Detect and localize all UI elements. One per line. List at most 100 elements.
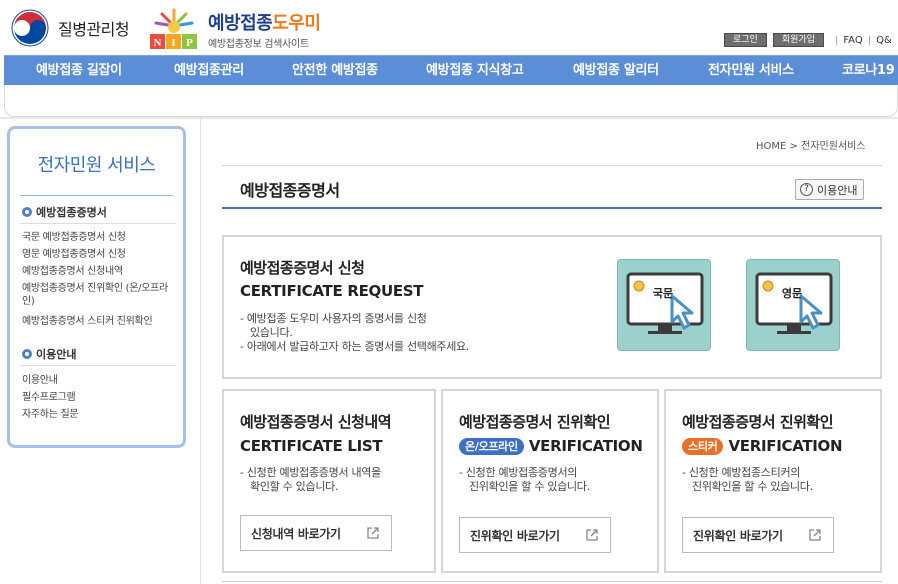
nip-logo-icon[interactable]: N I P bbox=[148, 6, 200, 50]
card-subtitle: CERTIFICATE REQUEST bbox=[240, 282, 424, 300]
sidebar: 전자민원 서비스 예방접종증명서 국문 예방접종증명서 신청 영문 예방접종증명… bbox=[7, 126, 186, 448]
title-rule bbox=[222, 207, 882, 209]
monitor-icon bbox=[626, 272, 704, 334]
english-certificate-tile[interactable]: 영문 bbox=[746, 259, 840, 351]
content-bottom-rule bbox=[222, 581, 882, 582]
join-button[interactable]: 회원가입 bbox=[772, 33, 824, 47]
card-description: - 신청한 예방접종스티커의 진위확인을 할 수 있습니다. bbox=[682, 466, 876, 494]
card-title: 예방접종증명서 신청내역 bbox=[240, 413, 392, 431]
sidebar-item-sticker-verification[interactable]: 예방접종증명서 스티커 진위확인 bbox=[22, 315, 172, 328]
korean-certificate-tile[interactable]: 국문 bbox=[617, 259, 711, 351]
sticker-verification-link-button[interactable]: 진위확인 바로가기 bbox=[682, 517, 834, 553]
card-subtitle-row: 스티커 VERIFICATION bbox=[682, 437, 843, 455]
desc-line: - 아래에서 발급하고자 하는 증명서를 선택해주세요. bbox=[240, 340, 470, 353]
desc-line: - 예방접종 도우미 사용자의 증명서를 신청 bbox=[240, 312, 427, 325]
nav-item-covid19[interactable]: 코로나19 bbox=[842, 56, 895, 86]
nip-letter-i: I bbox=[171, 37, 175, 49]
card-description: - 신청한 예방접종증명서의 진위확인을 할 수 있습니다. bbox=[459, 466, 653, 494]
usage-guide-label: 이용안내 bbox=[817, 183, 858, 197]
desc-line: 진위확인을 할 수 있습니다. bbox=[469, 480, 590, 493]
desc-line: - 신청한 예방접종스티커의 bbox=[682, 466, 801, 479]
sidebar-section-title: 이용안내 bbox=[36, 348, 77, 361]
sidebar-section-usage[interactable]: 이용안내 bbox=[22, 346, 76, 362]
external-link-icon bbox=[367, 527, 379, 539]
desc-line: - 신청한 예방접종증명서의 bbox=[459, 466, 578, 479]
sidebar-item-usage-guide[interactable]: 이용안내 bbox=[22, 374, 172, 387]
button-label: 진위확인 바로가기 bbox=[470, 528, 560, 543]
question-icon: ? bbox=[800, 183, 813, 196]
site-header: 질병관리청 N I P 예방접종도우미 예방접종정보 검색사이트 로그인 회원가… bbox=[0, 0, 898, 56]
qa-link[interactable]: Q& bbox=[876, 35, 892, 46]
nav-item-alerts[interactable]: 예방접종 알리터 bbox=[573, 56, 659, 86]
verification-link-button[interactable]: 진위확인 바로가기 bbox=[459, 517, 611, 553]
site-title[interactable]: 예방접종도우미 bbox=[208, 9, 321, 35]
sidebar-item-required-programs[interactable]: 필수프로그램 bbox=[22, 391, 172, 404]
tile-label: 국문 bbox=[652, 287, 674, 300]
main-nav: 예방접종 길잡이 예방접종관리 안전한 예방접종 예방접종 지식창고 예방접종 … bbox=[4, 55, 898, 85]
desc-line: 있습니다. bbox=[250, 326, 293, 339]
button-label: 진위확인 바로가기 bbox=[693, 528, 783, 543]
card-subtitle: VERIFICATION bbox=[728, 437, 843, 455]
sidebar-divider bbox=[20, 365, 176, 366]
verification-online-card: 예방접종증명서 진위확인 온/오프라인 VERIFICATION - 신청한 예방… bbox=[441, 389, 659, 573]
sidebar-item-english-request[interactable]: 영문 예방접종증명서 신청 bbox=[22, 248, 172, 261]
agency-name: 질병관리청 bbox=[58, 20, 130, 39]
certificate-list-card: 예방접종증명서 신청내역 CERTIFICATE LIST - 신청한 예방접종… bbox=[222, 389, 436, 573]
card-title: 예방접종증명서 진위확인 bbox=[459, 413, 611, 431]
sidebar-section-certificate[interactable]: 예방접종증명서 bbox=[22, 204, 107, 220]
card-subtitle: VERIFICATION bbox=[528, 437, 643, 455]
sidebar-title-rule bbox=[20, 195, 173, 196]
nav-item-guide[interactable]: 예방접종 길잡이 bbox=[36, 56, 122, 86]
sticker-tag: 스티커 bbox=[682, 438, 724, 455]
bullet-icon bbox=[22, 207, 32, 217]
page-title: 예방접종증명서 bbox=[240, 181, 340, 200]
nav-item-management[interactable]: 예방접종관리 bbox=[174, 56, 244, 86]
card-subtitle-row: 온/오프라인 VERIFICATION bbox=[459, 437, 643, 455]
sidebar-item-verification[interactable]: 예방접종증명서 진위확인 (온/오프라인) bbox=[22, 282, 172, 308]
site-subtitle: 예방접종정보 검색사이트 bbox=[208, 39, 309, 50]
nip-letter-n: N bbox=[154, 37, 162, 49]
sub-nav-bar bbox=[4, 85, 898, 117]
nav-item-eservice[interactable]: 전자민원 서비스 bbox=[708, 56, 794, 86]
header-divider bbox=[0, 117, 898, 119]
login-button[interactable]: 로그인 bbox=[724, 33, 767, 47]
nav-item-safety[interactable]: 안전한 예방접종 bbox=[292, 56, 378, 86]
card-title: 예방접종증명서 진위확인 bbox=[682, 413, 834, 431]
faq-link[interactable]: FAQ bbox=[843, 35, 862, 46]
external-link-icon bbox=[586, 529, 598, 541]
card-description: - 예방접종 도우미 사용자의 증명서를 신청 있습니다. - 아래에서 발급하… bbox=[240, 312, 570, 354]
site-title-accent: 도우미 bbox=[272, 13, 321, 34]
site-title-main: 예방접종 bbox=[208, 13, 273, 34]
sidebar-item-faq[interactable]: 자주하는 질문 bbox=[22, 408, 172, 421]
tile-label: 영문 bbox=[781, 287, 803, 300]
card-subtitle: CERTIFICATE LIST bbox=[240, 437, 383, 455]
sidebar-title: 전자민원 서비스 bbox=[37, 155, 156, 176]
card-title: 예방접종증명서 신청 bbox=[240, 259, 365, 277]
breadcrumb: HOME > 전자민원서비스 bbox=[756, 137, 866, 152]
bullet-icon bbox=[22, 349, 32, 359]
certificate-request-card: 예방접종증명서 신청 CERTIFICATE REQUEST - 예방접종 도우… bbox=[222, 235, 882, 379]
button-label: 신청내역 바로가기 bbox=[251, 526, 341, 541]
kdca-emblem-icon bbox=[11, 9, 49, 47]
kdca-logo[interactable]: 질병관리청 bbox=[10, 8, 130, 48]
online-offline-tag: 온/오프라인 bbox=[459, 438, 524, 455]
utility-menu: 로그인 회원가입 | FAQ | Q& bbox=[724, 33, 892, 47]
usage-guide-button[interactable]: ? 이용안내 bbox=[795, 179, 865, 200]
content-divider bbox=[200, 119, 201, 584]
nav-item-knowledge[interactable]: 예방접종 지식창고 bbox=[426, 56, 524, 86]
sidebar-item-request-list[interactable]: 예방접종증명서 신청내역 bbox=[22, 265, 172, 278]
breadcrumb-current: 전자민원서비스 bbox=[801, 141, 866, 152]
breadcrumb-home[interactable]: HOME bbox=[756, 141, 786, 152]
util-separator: | bbox=[834, 34, 839, 46]
util-separator: | bbox=[867, 34, 872, 46]
sidebar-section-title: 예방접종증명서 bbox=[36, 206, 107, 219]
desc-line: 진위확인을 할 수 있습니다. bbox=[692, 480, 813, 493]
nip-letter-p: P bbox=[186, 37, 193, 49]
request-list-link-button[interactable]: 신청내역 바로가기 bbox=[240, 515, 392, 551]
breadcrumb-separator: > bbox=[789, 141, 798, 152]
desc-line: 확인할 수 있습니다. bbox=[250, 480, 339, 493]
external-link-icon bbox=[809, 529, 821, 541]
monitor-icon bbox=[755, 272, 833, 334]
sidebar-item-korean-request[interactable]: 국문 예방접종증명서 신청 bbox=[22, 231, 172, 244]
sidebar-divider bbox=[20, 223, 176, 224]
